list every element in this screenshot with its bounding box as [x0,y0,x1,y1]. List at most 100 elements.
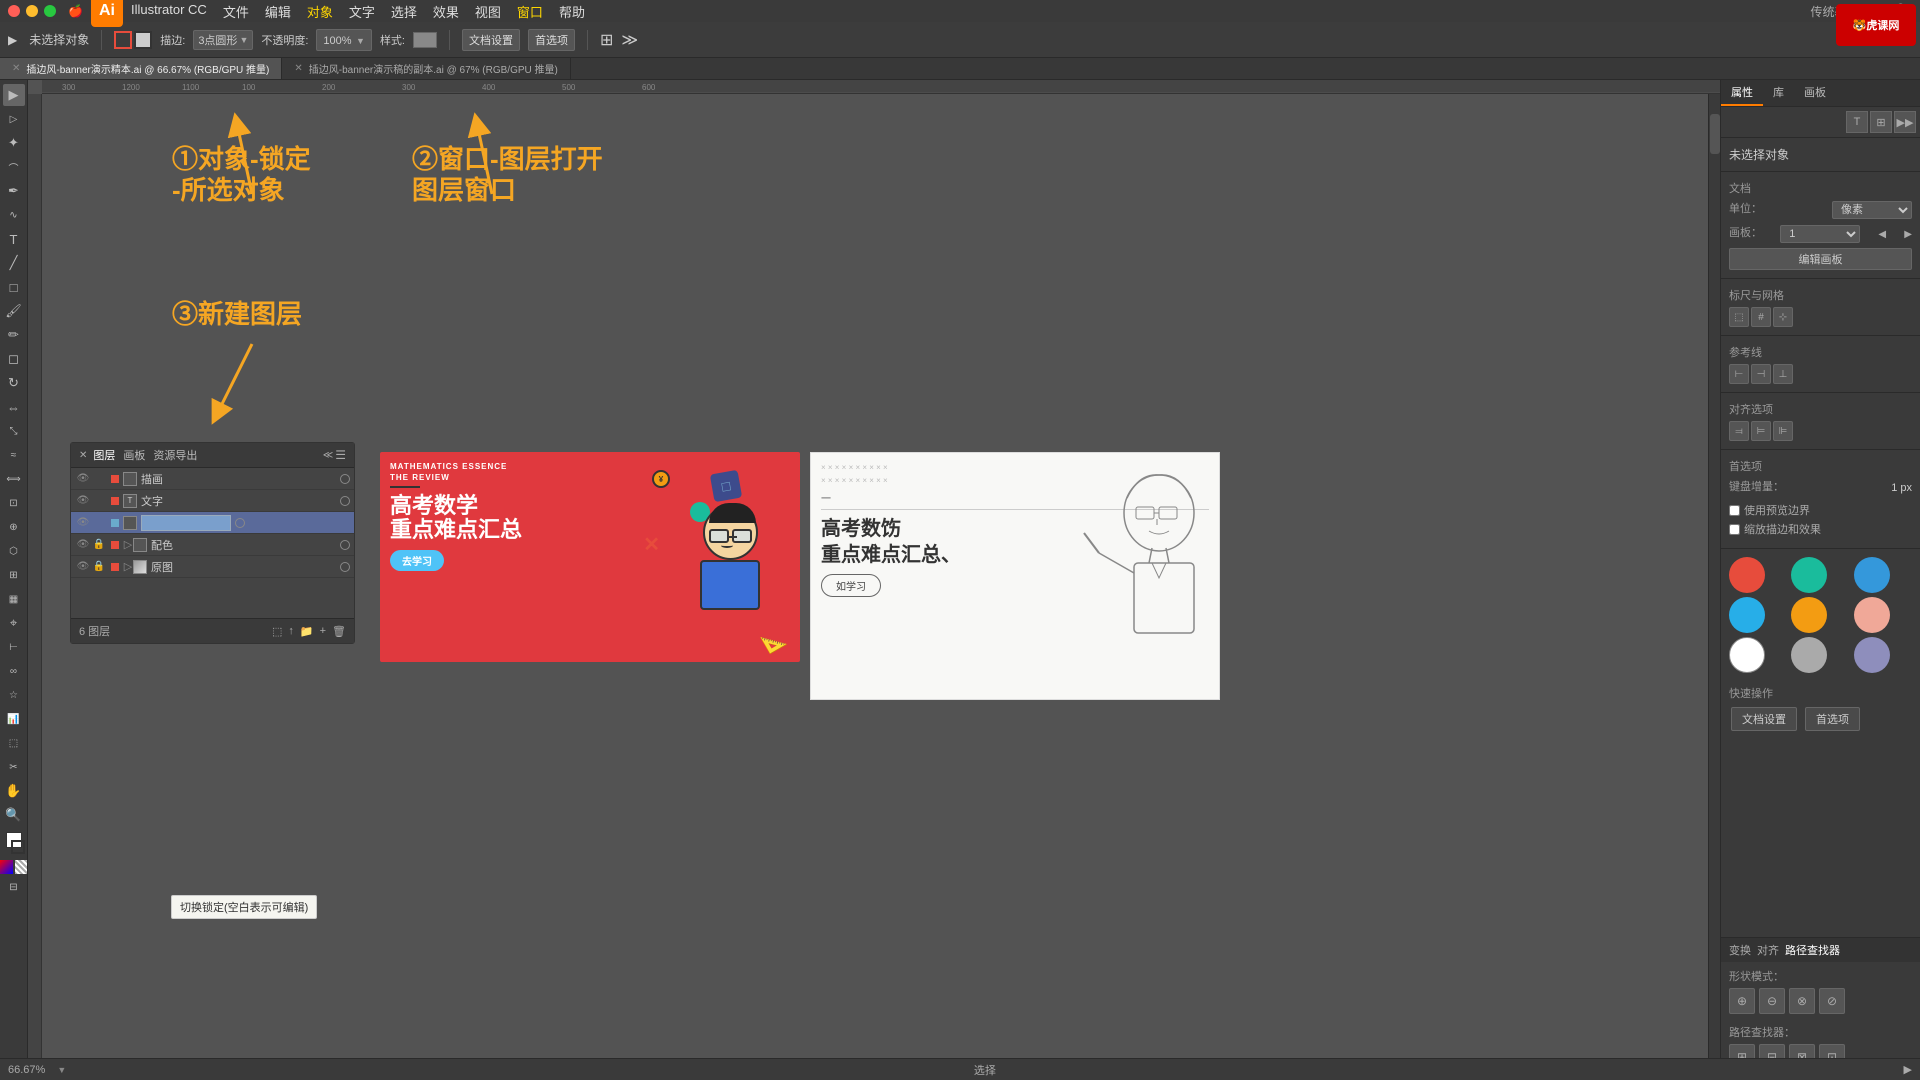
rp-icon-align[interactable]: ⊞ [1870,111,1892,133]
panel-unit-select[interactable]: 像素 [1832,201,1912,219]
swatch-white[interactable] [1729,637,1765,673]
layers-panel-tabs[interactable]: 图层 画板 资源导出 [93,447,322,463]
tool-zoom[interactable]: 🔍 [3,804,25,826]
color-swatches[interactable] [1721,549,1920,681]
guide-icon-2[interactable]: ⊥ [1773,364,1793,384]
tool-blend[interactable]: ∞ [3,660,25,682]
gradient-box[interactable] [0,860,13,874]
layer-circle-3[interactable] [340,540,350,550]
play-btn[interactable]: ▶ [1904,1063,1912,1076]
layer-eye-0[interactable]: 👁 [75,471,91,487]
apple-menu[interactable]: 🍎 [68,4,83,18]
tool-magic-wand[interactable]: ✦ [3,132,25,154]
layer-lock-4[interactable]: 🔒 [91,559,107,575]
tab-1[interactable]: ✕ 插边风-banner演示稿的副本.ai @ 67% (RGB/GPU 推量) [282,58,570,79]
align-right-icon[interactable]: ⊫ [1773,421,1793,441]
layer-expand-4[interactable]: ▷ [123,560,133,573]
menu-effect[interactable]: 效果 [433,2,459,21]
tool-change-screen[interactable]: ⊟ [3,876,25,898]
layer-eye-4[interactable]: 👁 [75,559,91,575]
layer-row-1[interactable]: 👁 T 文字 [71,490,354,512]
right-panel-tabs[interactable]: 属性 库 画板 [1721,80,1920,107]
menu-text[interactable]: 文字 [349,2,375,21]
tool-measure[interactable]: ⊢ [3,636,25,658]
artboard-next[interactable]: ▶ [1904,229,1912,240]
bp-tab-align[interactable]: 对齐 [1757,942,1779,958]
tool-perspective[interactable]: ⬡ [3,540,25,562]
stroke-box[interactable] [11,840,25,854]
stroke-color[interactable] [114,31,132,49]
menu-help[interactable]: 帮助 [559,2,585,21]
layer-lock-3[interactable]: 🔒 [91,537,107,553]
align-icon-0[interactable]: ⬚ [1729,307,1749,327]
none-box[interactable] [15,860,29,874]
menu-object[interactable]: 对象 [307,2,333,21]
layer-row-2[interactable]: 👁 [71,512,354,534]
tool-column-graph[interactable]: 📊 [3,708,25,730]
layers-panel-close[interactable]: ✕ [79,450,87,461]
align-icon-2[interactable]: ⊹ [1773,307,1793,327]
swatch-pink[interactable] [1854,597,1890,633]
tool-line[interactable]: ╱ [3,252,25,274]
tool-gradient[interactable]: ▦ [3,588,25,610]
tool-paintbrush[interactable]: 🖌 [3,300,25,322]
swatch-orange[interactable] [1791,597,1827,633]
guide-icons-row[interactable]: ⊢ ⊣ ⊥ [1729,364,1912,384]
layer-lock-0[interactable] [91,471,107,487]
quick-action-buttons[interactable]: 文档设置 首选项 [1729,705,1912,733]
move-layer-btn[interactable]: ↑ [288,625,294,637]
right-panel-tools[interactable]: T ⊞ ▶▶ [1721,107,1920,138]
canvas-area[interactable]: 300 1200 1100 100 200 300 400 500 600 ①对… [28,80,1720,1076]
layer-circle-0[interactable] [340,474,350,484]
new-sublayer-btn[interactable]: ⬚ [272,625,282,638]
tool-artboard[interactable]: ⬚ [3,732,25,754]
tool-free-transform[interactable]: ⊡ [3,492,25,514]
tool-mirror[interactable]: ⇔ [3,396,25,418]
layer-name-input-2[interactable] [141,515,231,531]
tool-lasso[interactable]: ⌒ [3,156,25,178]
shape-mode-intersect[interactable]: ⊗ [1789,988,1815,1014]
layer-circle-1[interactable] [340,496,350,506]
layer-circle-2[interactable] [235,518,245,528]
panel-artboard-select[interactable]: 1 [1780,225,1860,243]
menu-edit[interactable]: 编辑 [265,2,291,21]
layer-lock-1[interactable] [91,493,107,509]
more-icon[interactable]: ≫ [621,30,638,50]
shape-mode-minus[interactable]: ⊖ [1759,988,1785,1014]
tool-scale[interactable]: ⤡ [3,420,25,442]
layers-panel-menu[interactable]: ☰ [335,448,346,462]
minimize-button[interactable] [26,5,38,17]
style-preview[interactable] [413,32,437,48]
tool-shape-builder[interactable]: ⊕ [3,516,25,538]
tool-selection[interactable]: ▶ [3,84,25,106]
selection-icon[interactable]: ▶ [8,33,17,47]
tool-curvature[interactable]: ∿ [3,204,25,226]
tool-pencil[interactable]: ✏ [3,324,25,346]
swatch-gray[interactable] [1791,637,1827,673]
align-icons-row[interactable]: ⬚ # ⊹ [1729,307,1912,327]
doc-settings-toolbar-btn[interactable]: 文档设置 [462,29,520,51]
bp-tab-transform[interactable]: 变换 [1729,942,1751,958]
menu-illustrator[interactable]: Illustrator CC [131,2,207,21]
tool-warp[interactable]: ≈ [3,444,25,466]
swatch-teal[interactable] [1791,557,1827,593]
close-button[interactable] [8,5,20,17]
close-tab-1[interactable]: ✕ [294,63,302,74]
tool-mesh[interactable]: ⊞ [3,564,25,586]
stroke-chevron[interactable]: ▼ [239,35,248,45]
rp-icon-transform[interactable]: T [1846,111,1868,133]
opacity-chevron[interactable]: ▼ [356,36,365,46]
tool-eyedropper[interactable]: ⌖ [3,612,25,634]
tool-hand[interactable]: ✋ [3,780,25,802]
fill-color[interactable] [134,31,152,49]
layer-circle-4[interactable] [340,562,350,572]
use-preview-bounds-checkbox[interactable] [1729,505,1740,516]
swatch-purple-gray[interactable] [1854,637,1890,673]
tool-pen[interactable]: ✒ [3,180,25,202]
shape-mode-exclude[interactable]: ⊘ [1819,988,1845,1014]
artboard-prev[interactable]: ◀ [1878,229,1886,240]
menu-view[interactable]: 视图 [475,2,501,21]
edit-artboard-btn[interactable]: 编辑画板 [1729,248,1912,270]
menu-window[interactable]: 窗口 [517,2,543,21]
delete-layer-btn[interactable]: 🗑 [332,625,346,638]
